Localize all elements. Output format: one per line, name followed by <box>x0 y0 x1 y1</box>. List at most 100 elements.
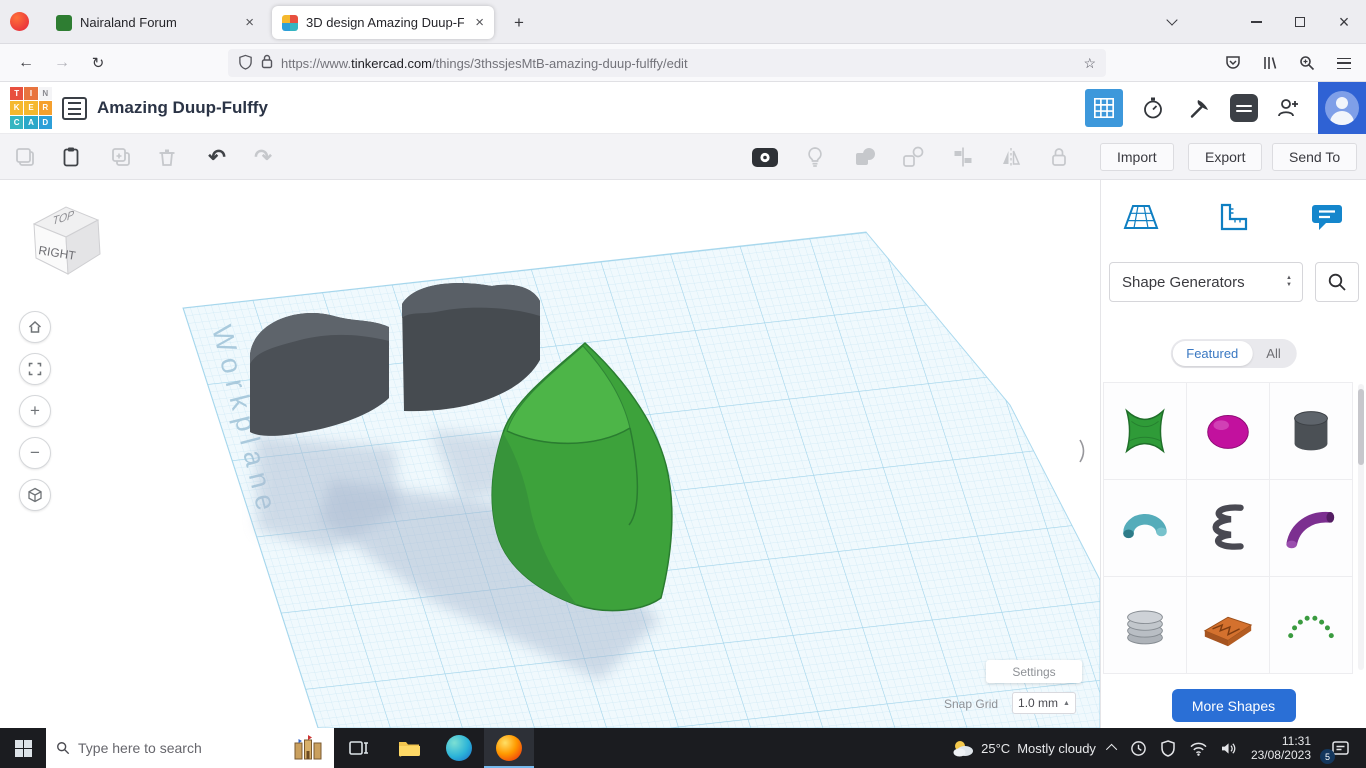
zoom-in-button[interactable]: + <box>19 395 51 427</box>
action-center-button[interactable]: 5 <box>1324 728 1356 768</box>
fit-view-button[interactable] <box>19 353 51 385</box>
zoom-icon[interactable] <box>1293 49 1321 77</box>
pickaxe-icon[interactable] <box>1183 91 1217 125</box>
nairaland-favicon <box>56 15 72 31</box>
menu-icon[interactable] <box>1330 49 1358 77</box>
tray-clock-icon[interactable] <box>1130 740 1147 757</box>
shape-tile-purple-pipe[interactable] <box>1270 480 1353 577</box>
tray-shield-icon[interactable] <box>1160 740 1176 757</box>
tab-all[interactable]: All <box>1252 341 1294 366</box>
tinkercad-logo[interactable]: TINKERCAD <box>10 87 52 129</box>
firefox-icon[interactable] <box>10 12 29 31</box>
close-button[interactable]: × <box>1322 0 1366 44</box>
panel-collapse-chevron-icon[interactable] <box>1077 436 1089 471</box>
snap-grid-dropdown[interactable]: 1.0 mm ▲ <box>1012 692 1076 714</box>
perspective-toggle-button[interactable] <box>19 479 51 511</box>
search-shapes-button[interactable] <box>1315 262 1359 302</box>
3d-viewport[interactable]: Workplane <box>0 180 1100 728</box>
shape-tile-magenta-sphere[interactable] <box>1187 383 1270 480</box>
url-bar[interactable]: https://www.tinkercad.com/things/3thssje… <box>228 49 1106 77</box>
taskbar-search[interactable] <box>46 728 334 768</box>
library-icon[interactable] <box>1256 49 1284 77</box>
clock-widget[interactable]: 11:31 23/08/2023 <box>1251 734 1311 762</box>
tray-volume-icon[interactable] <box>1221 741 1238 756</box>
panel-scrollbar[interactable] <box>1358 384 1364 670</box>
calendar-icon[interactable] <box>1230 94 1258 122</box>
paste-icon[interactable] <box>56 142 86 172</box>
bookmark-star-icon[interactable]: ☆ <box>1083 55 1096 72</box>
tray-wifi-icon[interactable] <box>1189 741 1208 756</box>
add-user-icon[interactable] <box>1271 91 1305 125</box>
weather-widget[interactable]: 25°C Mostly cloudy <box>952 738 1096 758</box>
weather-condition: Mostly cloudy <box>1017 741 1096 756</box>
screen: Nairaland Forum × 3D design Amazing Duup… <box>0 0 1366 768</box>
account-avatar[interactable] <box>1318 82 1366 134</box>
tray-expand-chevron-icon[interactable] <box>1106 744 1117 755</box>
tab-nairaland[interactable]: Nairaland Forum × <box>46 6 264 39</box>
tracking-shield-icon[interactable] <box>238 54 253 73</box>
shape-tile-green-twisted-vase[interactable] <box>1104 383 1187 480</box>
minimize-button[interactable] <box>1234 0 1278 44</box>
delete-icon[interactable] <box>152 142 182 172</box>
settings-button[interactable]: Settings <box>986 660 1082 683</box>
group-icon[interactable] <box>850 142 880 172</box>
tab-list-chevron-icon[interactable] <box>1150 0 1194 44</box>
notes-tool-icon[interactable] <box>1305 196 1349 240</box>
zoom-out-button[interactable]: − <box>19 437 51 469</box>
edge-button[interactable] <box>434 728 484 768</box>
tab-tinkercad-design[interactable]: 3D design Amazing Duup-Fulffy × <box>272 6 494 39</box>
mirror-icon[interactable] <box>996 142 1026 172</box>
featured-all-toggle: Featured All <box>1170 339 1297 368</box>
export-button[interactable]: Export <box>1188 143 1262 171</box>
redo-icon[interactable]: ↷ <box>248 142 278 172</box>
tab-close-icon[interactable]: × <box>475 15 484 30</box>
import-button[interactable]: Import <box>1100 143 1174 171</box>
start-button[interactable] <box>0 728 46 768</box>
shape-category-dropdown[interactable]: Shape Generators ▲▼ <box>1109 262 1303 302</box>
align-icon[interactable] <box>948 142 978 172</box>
snap-grid-label: Snap Grid <box>944 697 998 711</box>
lock-icon[interactable] <box>261 54 273 72</box>
maximize-button[interactable] <box>1278 0 1322 44</box>
shape-tile-dark-coil[interactable] <box>1187 480 1270 577</box>
forward-button[interactable]: → <box>48 49 76 77</box>
shape-tile-green-dotted-arc[interactable] <box>1270 577 1353 674</box>
copy-icon[interactable] <box>10 142 40 172</box>
view-cube[interactable]: TOP RIGHT <box>22 194 108 291</box>
reload-button[interactable]: ↻ <box>84 49 112 77</box>
design-menu-icon[interactable] <box>62 97 87 120</box>
tab-title: 3D design Amazing Duup-Fulffy <box>306 15 464 30</box>
tab-featured[interactable]: Featured <box>1172 341 1252 366</box>
stopwatch-icon[interactable] <box>1136 91 1170 125</box>
send-to-button[interactable]: Send To <box>1272 143 1357 171</box>
workplane-tool-icon[interactable] <box>1119 196 1163 240</box>
ruler-tool-icon[interactable] <box>1212 196 1256 240</box>
dashboard-grid-icon[interactable] <box>1085 89 1123 127</box>
search-highlight-castle-icon[interactable] <box>292 735 324 761</box>
shape-tile-dark-cylinder[interactable] <box>1270 383 1353 480</box>
firefox-button[interactable] <box>484 728 534 768</box>
url-text: https://www.tinkercad.com/things/3thssje… <box>281 56 688 71</box>
shape-tile-gray-stacked-discs[interactable] <box>1104 577 1187 674</box>
tab-close-icon[interactable]: × <box>245 15 254 30</box>
ungroup-icon[interactable] <box>898 142 928 172</box>
show-all-icon[interactable] <box>750 142 780 172</box>
pocket-icon[interactable] <box>1219 49 1247 77</box>
3d-scene[interactable]: Workplane <box>0 180 1100 728</box>
more-shapes-button[interactable]: More Shapes <box>1172 689 1296 722</box>
file-explorer-button[interactable] <box>384 728 434 768</box>
lightbulb-icon[interactable] <box>800 142 830 172</box>
task-view-button[interactable] <box>334 728 384 768</box>
system-tray: 25°C Mostly cloudy 11:31 23/08/2023 <box>952 728 1366 768</box>
home-view-button[interactable] <box>19 311 51 343</box>
new-tab-button[interactable]: + <box>506 10 532 36</box>
shape-tile-teal-curved-tube[interactable] <box>1104 480 1187 577</box>
search-input[interactable] <box>78 740 284 756</box>
undo-icon[interactable]: ↶ <box>202 142 232 172</box>
lock-icon[interactable] <box>1044 142 1074 172</box>
duplicate-icon[interactable] <box>106 142 136 172</box>
back-button[interactable]: ← <box>12 49 40 77</box>
shape-tile-orange-cracked-slab[interactable] <box>1187 577 1270 674</box>
scrollbar-thumb[interactable] <box>1358 389 1364 465</box>
browser-nav-bar: ← → ↻ https://www.tinkercad.com/things/3… <box>0 44 1366 82</box>
